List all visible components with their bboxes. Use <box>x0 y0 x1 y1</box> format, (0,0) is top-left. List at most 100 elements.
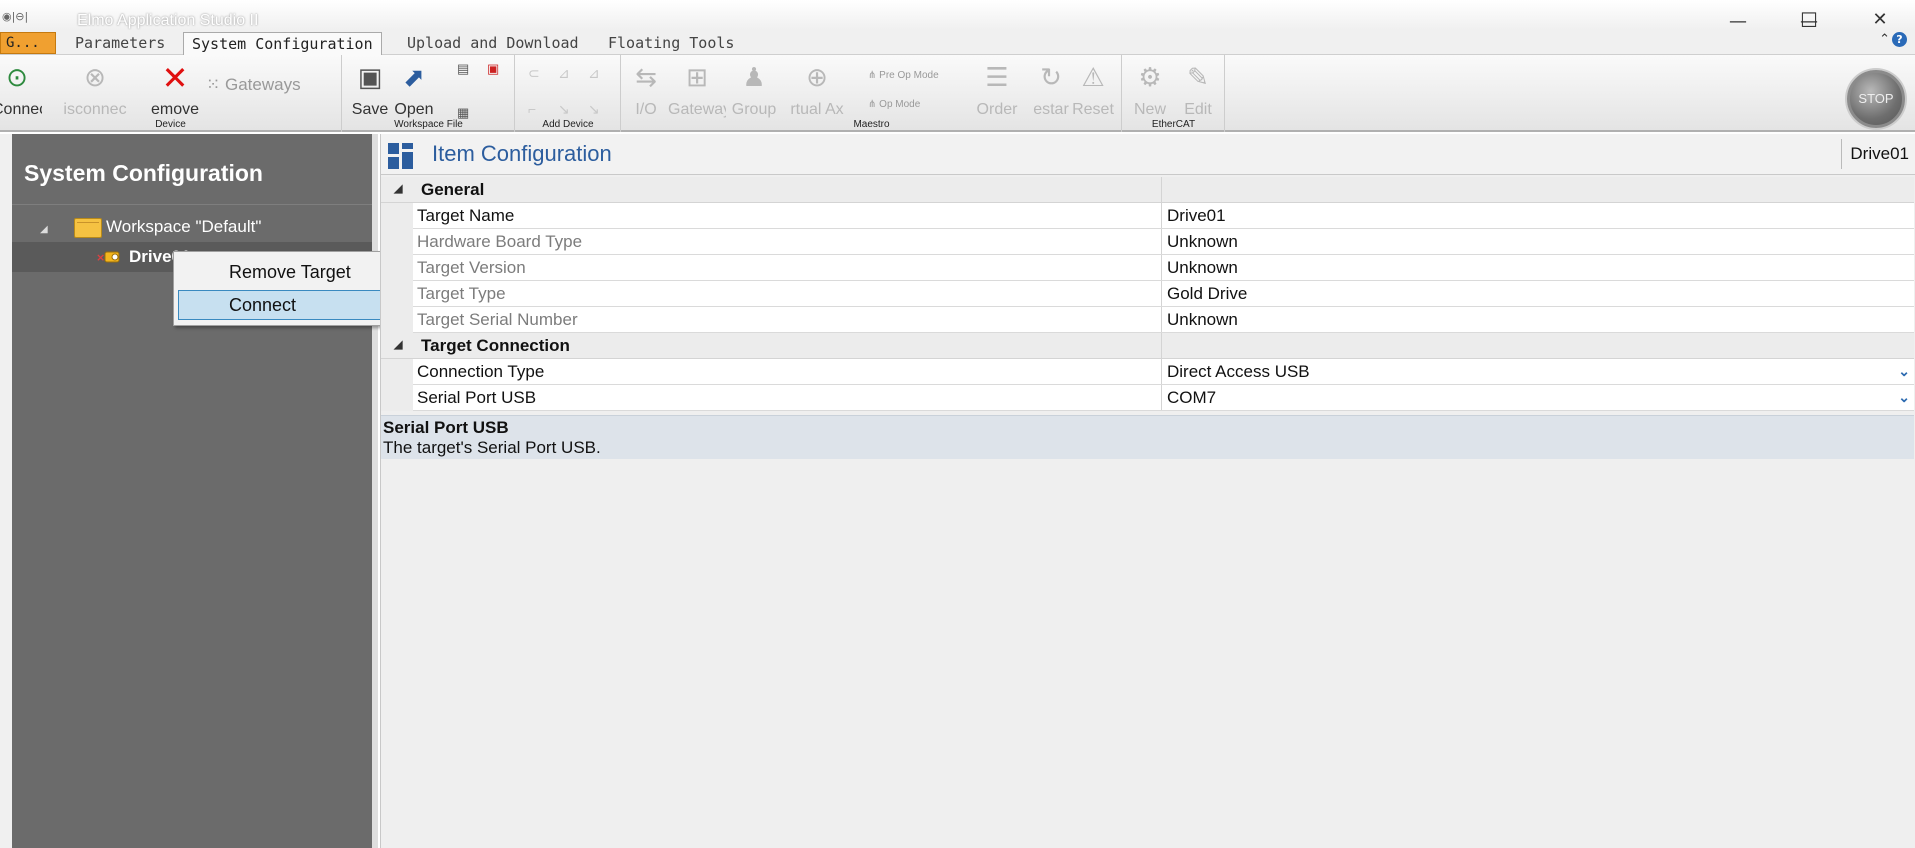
ribbon-group-ethercat: ⚙ New ✎ Edit EtherCAT <box>1123 55 1225 132</box>
connect-icon: ⊙ <box>6 63 28 93</box>
selected-item-badge: Drive01 <box>1841 139 1915 169</box>
property-row-connection-type[interactable]: Connection Type Direct Access USB ⌄ <box>381 359 1914 385</box>
workspace-small-icon-2[interactable]: ▣ <box>487 61 499 77</box>
add-device-icon-2[interactable]: ⊿ <box>558 65 570 82</box>
item-configuration-icon <box>388 143 414 169</box>
edit-pencil-icon: ✎ <box>1187 63 1209 93</box>
chevron-down-icon[interactable]: ⌄ <box>1898 359 1910 384</box>
divider <box>12 204 372 205</box>
help-controls[interactable]: ⌃? <box>1879 32 1907 47</box>
quick-access-icons[interactable]: ◉|⊖| <box>2 10 28 23</box>
tab-parameters[interactable]: Parameters <box>67 32 173 55</box>
tab-floating-tools[interactable]: Floating Tools <box>600 32 742 55</box>
category-target-connection[interactable]: ◢ Target Connection <box>381 333 1914 359</box>
property-row-target-name[interactable]: Target Name Drive01 <box>381 203 1914 229</box>
save-button[interactable]: ▣ Save <box>351 61 389 121</box>
reset-button[interactable]: ⚠ Reset <box>1070 61 1116 121</box>
order-button[interactable]: ☰ Order <box>974 61 1020 121</box>
op-mode-icon: ⋔ <box>868 99 877 110</box>
order-icon: ☰ <box>985 63 1009 93</box>
collapse-triangle-icon[interactable]: ◢ <box>394 177 402 202</box>
ribbon-group-workspace-file: ▣ Save ⬈ Open ▤ ▣ ▦ Workspace File <box>343 55 515 132</box>
add-device-icon-1[interactable]: ⊂ <box>528 65 540 82</box>
property-value: Gold Drive <box>1161 281 1914 306</box>
connection-type-dropdown[interactable]: Direct Access USB ⌄ <box>1161 359 1914 384</box>
category-general[interactable]: ◢ General <box>381 177 1914 203</box>
minimize-window-button[interactable]: — <box>1728 12 1748 32</box>
gateway-icon: ⊞ <box>686 63 708 93</box>
workspace-small-icon-1[interactable]: ▤ <box>457 61 469 77</box>
property-description: Serial Port USB The target's Serial Port… <box>381 415 1914 459</box>
close-window-button[interactable]: ✕ <box>1870 10 1890 30</box>
new-gear-icon: ⚙ <box>1138 63 1162 93</box>
workspace-folder-icon <box>74 217 102 238</box>
help-icon[interactable]: ? <box>1892 32 1907 47</box>
item-configuration-header: Item Configuration Drive01 <box>381 134 1915 175</box>
title-bar: ◉|⊖| Elmo Application Studio II — <box>0 0 1915 32</box>
open-button[interactable]: ⬈ Open <box>393 61 435 121</box>
menu-bar: G... Parameters System Configuration Upl… <box>0 30 1915 55</box>
collapse-triangle-icon[interactable]: ◢ <box>40 215 54 245</box>
add-device-icon-6[interactable]: ↘ <box>588 101 600 118</box>
item-configuration-panel: Item Configuration Drive01 ◢ General Tar… <box>380 134 1915 848</box>
ribbon-group-add-device: ⊂ ⊿ ⊿ ⌐ ↘ ↘ Add Device <box>516 55 621 132</box>
group-icon: ♟ <box>742 63 766 93</box>
ribbon-group-device: ⊙ Connec ⊗ isconnec ✕ emove ⁙ Gateways D… <box>0 55 342 132</box>
property-value: Unknown <box>1161 229 1914 254</box>
description-text: The target's Serial Port USB. <box>383 438 601 457</box>
maximize-window-button[interactable]: ☐ <box>1799 10 1819 30</box>
property-row-target-version[interactable]: Target Version Unknown <box>381 255 1914 281</box>
disconnect-icon: ⊗ <box>84 63 106 93</box>
property-value: Unknown <box>1161 255 1914 280</box>
gateways-button[interactable]: ⁙ Gateways <box>206 75 301 95</box>
group-button[interactable]: ♟ Group <box>728 61 780 121</box>
gateways-icon: ⁙ <box>206 75 221 94</box>
virtual-axis-button[interactable]: ⊕ rtual Ax <box>782 61 852 121</box>
new-button[interactable]: ⚙ New <box>1127 61 1173 121</box>
pre-op-mode-icon: ⋔ <box>868 70 877 81</box>
pre-op-mode-button[interactable]: ⋔ Pre Op Mode <box>868 70 939 81</box>
property-grid: ◢ General Target Name Drive01 Hardware B… <box>381 177 1914 411</box>
property-row-serial-port-usb[interactable]: Serial Port USB COM7 ⌄ <box>381 385 1914 411</box>
property-value: Unknown <box>1161 307 1914 332</box>
restart-icon: ↻ <box>1040 63 1062 93</box>
window-title: Elmo Application Studio II <box>77 12 259 29</box>
virtual-axis-icon: ⊕ <box>806 63 828 93</box>
add-device-icon-5[interactable]: ↘ <box>558 101 570 118</box>
property-value[interactable]: Drive01 <box>1161 203 1914 228</box>
ribbon-group-maestro: ⇆ I/O ⊞ Gateway ♟ Group ⊕ rtual Ax ⋔ Pre… <box>622 55 1122 132</box>
add-device-icon-3[interactable]: ⊿ <box>588 65 600 82</box>
io-icon: ⇆ <box>635 63 657 93</box>
edit-button[interactable]: ✎ Edit <box>1175 61 1221 121</box>
tab-system-configuration[interactable]: System Configuration <box>183 32 382 55</box>
panel-title: System Configuration <box>24 160 263 186</box>
reset-icon: ⚠ <box>1081 63 1105 93</box>
restart-button[interactable]: ↻ estar <box>1030 61 1072 121</box>
chevron-down-icon[interactable]: ⌄ <box>1898 385 1910 410</box>
remove-button[interactable]: ✕ emove <box>150 61 200 121</box>
open-folder-icon: ⬈ <box>403 63 425 93</box>
disconnect-button[interactable]: ⊗ isconnec <box>60 61 130 121</box>
op-mode-button[interactable]: ⋔ Op Mode <box>868 99 920 110</box>
tree-item-workspace[interactable]: ◢ Workspace "Default" <box>40 212 261 242</box>
add-device-icon-4[interactable]: ⌐ <box>528 101 536 117</box>
tab-upload-and-download[interactable]: Upload and Download <box>399 32 587 55</box>
ribbon: ⊙ Connec ⊗ isconnec ✕ emove ⁙ Gateways D… <box>0 55 1915 132</box>
collapse-triangle-icon[interactable]: ◢ <box>394 333 402 358</box>
description-title: Serial Port USB <box>383 418 509 437</box>
io-button[interactable]: ⇆ I/O <box>626 61 666 121</box>
connect-button[interactable]: ⊙ Connec <box>0 61 42 121</box>
application-button[interactable]: G... <box>0 32 56 54</box>
save-disk-icon: ▣ <box>357 63 383 93</box>
collapse-ribbon-icon[interactable]: ⌃ <box>1879 32 1890 47</box>
serial-port-dropdown[interactable]: COM7 ⌄ <box>1161 385 1914 410</box>
system-configuration-panel: System Configuration ◢ Workspace "Default… <box>0 134 378 848</box>
property-row-hardware-board-type[interactable]: Hardware Board Type Unknown <box>381 229 1914 255</box>
property-row-target-type[interactable]: Target Type Gold Drive <box>381 281 1914 307</box>
stop-button[interactable]: STOP <box>1847 70 1905 128</box>
gateway-button[interactable]: ⊞ Gateway <box>668 61 726 121</box>
svg-text:×: × <box>96 251 105 264</box>
property-row-target-serial-number[interactable]: Target Serial Number Unknown <box>381 307 1914 333</box>
item-configuration-title: Item Configuration <box>432 141 612 166</box>
drive-icon: × <box>96 251 120 264</box>
